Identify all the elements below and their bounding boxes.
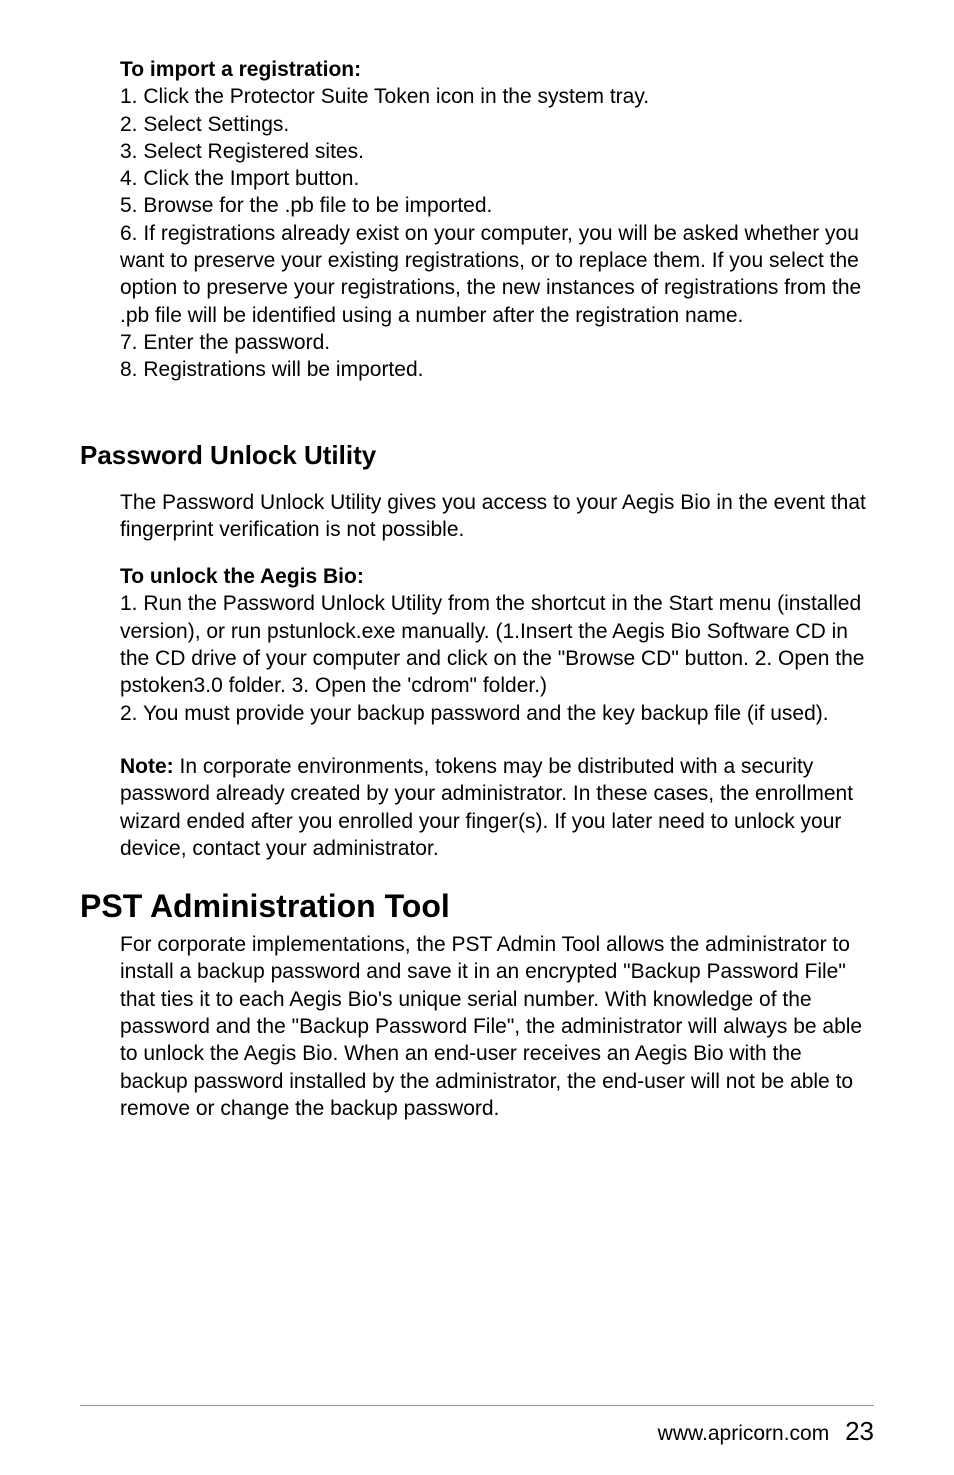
page-footer: www.apricorn.com 23 <box>80 1405 874 1447</box>
unlock-step-2: 2. You must provide your backup password… <box>120 700 874 727</box>
page-number: 23 <box>845 1416 874 1446</box>
import-step-5: 5. Browse for the .pb file to be importe… <box>120 192 874 219</box>
import-step-6: 6. If registrations already exist on you… <box>120 220 874 329</box>
import-step-2: 2. Select Settings. <box>120 111 874 138</box>
import-registration-section: To import a registration: 1. Click the P… <box>120 56 874 384</box>
footer-url: www.apricorn.com <box>658 1422 830 1445</box>
import-step-1: 1. Click the Protector Suite Token icon … <box>120 83 874 110</box>
import-heading: To import a registration: <box>120 56 874 83</box>
password-unlock-section: Password Unlock Utility The Password Unl… <box>80 440 874 863</box>
document-page: To import a registration: 1. Click the P… <box>0 0 954 1475</box>
pst-admin-section: PST Administration Tool For corporate im… <box>80 888 874 1122</box>
import-step-3: 3. Select Registered sites. <box>120 138 874 165</box>
unlock-step-1: 1. Run the Password Unlock Utility from … <box>120 590 874 699</box>
pst-admin-body: For corporate implementations, the PST A… <box>120 931 874 1122</box>
password-unlock-intro: The Password Unlock Utility gives you ac… <box>120 489 874 544</box>
password-unlock-heading: Password Unlock Utility <box>80 440 874 471</box>
import-step-8: 8. Registrations will be imported. <box>120 356 874 383</box>
import-step-7: 7. Enter the password. <box>120 329 874 356</box>
note-label: Note: <box>120 755 174 778</box>
pst-admin-heading: PST Administration Tool <box>80 888 874 925</box>
import-step-4: 4. Click the Import button. <box>120 165 874 192</box>
unlock-aegis-heading: To unlock the Aegis Bio: <box>120 563 874 590</box>
note-body: In corporate environments, tokens may be… <box>120 755 853 860</box>
unlock-note: Note: In corporate environments, tokens … <box>120 753 874 862</box>
